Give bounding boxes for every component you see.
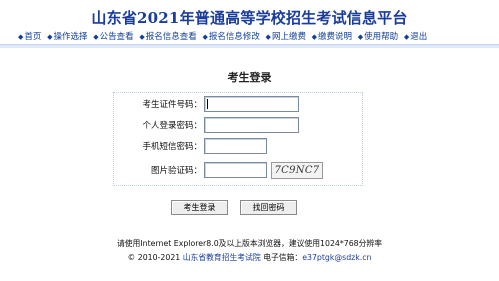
captcha-label: 图片验证码： (150, 166, 202, 176)
nav-item-operation-select[interactable]: ◆操作选择 (47, 32, 87, 42)
captcha-image[interactable]: 7C9NC7 (271, 162, 323, 179)
nav-item-label: 报名信息查看 (145, 32, 197, 42)
nav-item-label: 退出 (410, 32, 428, 42)
login-heading: 考生登录 (227, 71, 272, 84)
email-link[interactable]: e37ptgk@sdzk.cn (302, 253, 371, 262)
password-row: 个人登录密码： (114, 117, 362, 133)
page-title: 山东省2021年普通高等学校招生考试信息平台 (91, 9, 408, 27)
diamond-bullet-icon: ◆ (357, 33, 364, 41)
browser-notice: 请使用Internet Explorer8.0及以上版本浏览器，建议使用1024… (116, 239, 383, 248)
nav-item-label: 公告查看 (99, 32, 134, 42)
id-number-input[interactable] (204, 96, 299, 112)
login-form: 考生证件号码： 个人登录密码： 手机短信密码： 图片验证码： 7C9NC7 (113, 92, 363, 186)
diamond-bullet-icon: ◆ (311, 33, 318, 41)
nav-item-logout[interactable]: ◆退出 (404, 32, 427, 42)
top-nav: ◆首页 ◆操作选择 ◆公告查看 ◆报名信息查看 ◆报名信息修改 ◆网上缴费 ◆缴… (18, 30, 430, 42)
text-cursor (207, 99, 208, 109)
diamond-bullet-icon: ◆ (265, 33, 271, 41)
nav-item-label: 首页 (24, 32, 42, 42)
nav-item-label: 报名信息修改 (208, 32, 260, 42)
diamond-bullet-icon: ◆ (18, 33, 24, 41)
retrieve-password-button[interactable]: 找回密码 (240, 200, 297, 215)
nav-item-home[interactable]: ◆首页 (18, 32, 41, 42)
nav-item-payment-instructions[interactable]: ◆缴费说明 (312, 32, 352, 42)
nav-item-edit-registration[interactable]: ◆报名信息修改 (202, 32, 259, 42)
captcha-row: 图片验证码： 7C9NC7 (114, 162, 362, 179)
diamond-bullet-icon: ◆ (139, 33, 145, 41)
diamond-bullet-icon: ◆ (93, 33, 99, 41)
nav-item-view-registration[interactable]: ◆报名信息查看 (139, 32, 196, 42)
diamond-bullet-icon: ◆ (47, 33, 53, 41)
captcha-input[interactable] (204, 162, 267, 178)
nav-item-online-payment[interactable]: ◆网上缴费 (266, 32, 306, 42)
nav-item-label: 网上缴费 (271, 32, 306, 42)
sms-row: 手机短信密码： (114, 138, 362, 154)
org-link[interactable]: 山东省教育招生考试院 (183, 253, 261, 262)
nav-item-label: 缴费说明 (318, 32, 353, 42)
copyright-text: © 2010-2021 (127, 253, 181, 262)
email-label: 电子信箱： (263, 253, 303, 262)
footer-copyright: © 2010-2021 山东省教育招生考试院 电子信箱：e37ptgk@sdzk… (0, 252, 499, 263)
header-divider (0, 44, 499, 48)
nav-item-label: 操作选择 (53, 32, 88, 42)
sms-password-input[interactable] (204, 138, 267, 154)
id-number-label: 考生证件号码： (142, 100, 202, 110)
password-label: 个人登录密码： (142, 121, 202, 131)
login-button[interactable]: 考生登录 (171, 200, 228, 215)
nav-item-label: 使用帮助 (364, 32, 399, 42)
nav-item-announcements[interactable]: ◆公告查看 (93, 32, 133, 42)
nav-item-help[interactable]: ◆使用帮助 (358, 32, 398, 42)
password-input[interactable] (204, 117, 299, 133)
diamond-bullet-icon: ◆ (403, 33, 410, 41)
diamond-bullet-icon: ◆ (202, 33, 208, 41)
sms-password-label: 手机短信密码： (142, 142, 202, 152)
id-number-row: 考生证件号码： (114, 96, 362, 112)
